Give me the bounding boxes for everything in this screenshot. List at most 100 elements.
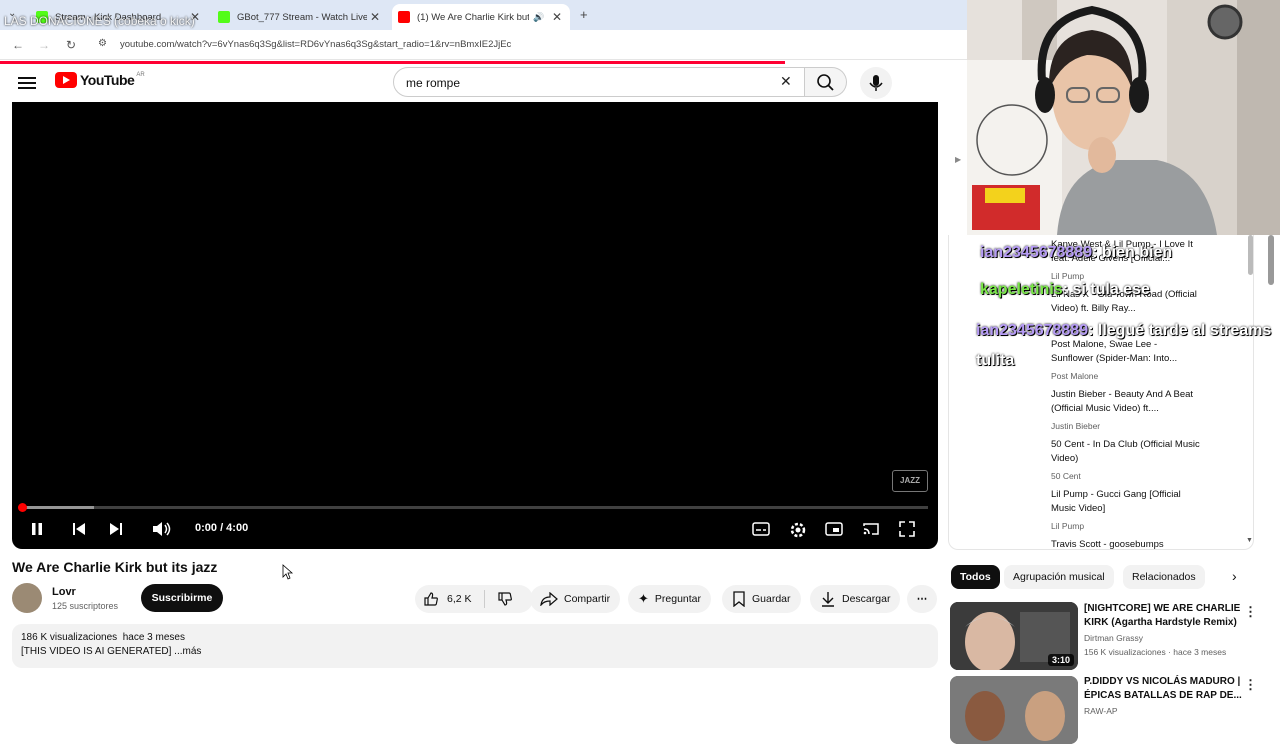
page-scrollbar[interactable] (1268, 235, 1274, 285)
youtube-favicon-icon (398, 11, 410, 23)
thumbnail-image (950, 676, 1078, 744)
queue-item-title[interactable]: 50 Cent - In Da Club (Official Music Vid… (1051, 438, 1201, 466)
recommendation-meta: 156 K visualizaciones · hace 3 meses (1084, 647, 1227, 657)
description-box[interactable]: 186 K visualizaciones hace 3 meses [THIS… (12, 624, 938, 668)
queue-scrollbar[interactable] (1248, 235, 1253, 275)
queue-item-title[interactable]: Travis Scott - goosebumps (1051, 538, 1201, 552)
recommendation-channel[interactable]: RAW-AP (1084, 706, 1118, 716)
logo-country-code: AR (136, 72, 145, 78)
youtube-play-icon (55, 72, 77, 88)
like-count: 6,2 K (447, 593, 472, 605)
subscribe-button[interactable]: Suscribirme (141, 584, 223, 612)
chip-music-group[interactable]: Agrupación musical (1004, 565, 1114, 589)
channel-avatar[interactable] (12, 583, 42, 613)
save-label: Guardar (752, 593, 791, 605)
bookmark-icon (733, 591, 745, 607)
search-button[interactable] (805, 67, 847, 97)
kick-favicon-icon (218, 11, 230, 23)
queue-item-title[interactable]: Justin Bieber - Beauty And A Beat (Offic… (1051, 388, 1201, 416)
cast-icon (863, 523, 879, 535)
thumbs-down-icon[interactable] (497, 591, 513, 607)
like-dislike-group: 6,2 K (415, 585, 533, 613)
channel-name[interactable]: Lovr (52, 586, 76, 598)
miniplayer-button[interactable] (825, 521, 843, 540)
subtitles-icon (752, 522, 770, 536)
url-field[interactable]: youtube.com/watch?v=6vYnas6q3Sg&list=RD6… (120, 39, 511, 50)
views-and-date: 186 K visualizaciones hace 3 meses (21, 632, 185, 643)
miniplayer-icon (825, 522, 843, 536)
more-actions-button[interactable]: ⋯ (907, 585, 937, 613)
queue-item-title[interactable]: Lil Pump - Gucci Gang [Official Music Vi… (1051, 488, 1201, 516)
address-bar: ← → ↻ ⚙ youtube.com/watch?v=6vYnas6q3Sg&… (0, 30, 968, 60)
recommendation-thumbnail[interactable]: 3:10 (950, 602, 1078, 670)
search-input[interactable]: me rompe (393, 67, 805, 97)
site-info-icon[interactable]: ⚙ (98, 38, 107, 49)
more-options-icon[interactable]: ⋮ (1244, 604, 1257, 620)
tab-title: GBot_777 Stream - Watch Live o (237, 11, 367, 23)
youtube-logo[interactable]: YouTube AR (55, 72, 145, 88)
chat-username: ian2345678889 (976, 322, 1089, 339)
recommendation-title[interactable]: P.DIDDY VS NICOLÁS MADURO | ÉPICAS BATAL… (1084, 675, 1244, 703)
like-button[interactable]: 6,2 K (423, 591, 472, 607)
subtitles-button[interactable] (752, 521, 770, 540)
seek-bar[interactable] (22, 506, 928, 509)
webcam-overlay (967, 0, 1280, 235)
queue-item-channel: Lil Pump (1051, 271, 1085, 281)
chips-next-icon[interactable]: › (1232, 568, 1237, 584)
more-options-icon[interactable]: ⋮ (1244, 677, 1257, 693)
logo-text: YouTube (80, 72, 135, 88)
tab-title: (1) We Are Charlie Kirk but (417, 11, 529, 23)
voice-search-button[interactable] (860, 67, 892, 99)
download-icon (822, 592, 834, 607)
streamer-webcam-image (967, 0, 1280, 235)
next-button[interactable] (108, 521, 124, 540)
save-button[interactable]: Guardar (722, 585, 801, 613)
close-tab-icon[interactable]: ✕ (368, 10, 382, 24)
recommendation-thumbnail[interactable] (950, 676, 1078, 744)
sparkle-icon: ✦ (638, 591, 649, 606)
download-button[interactable]: Descargar (810, 585, 901, 613)
buffered-bar (22, 506, 95, 509)
mouse-cursor-icon (282, 564, 294, 580)
microphone-icon (869, 75, 883, 91)
video-player[interactable]: JAZZ 0:00 / 4:00 (12, 102, 938, 549)
close-tab-icon[interactable]: ✕ (550, 10, 564, 24)
share-button[interactable]: Compartir (530, 585, 621, 613)
reload-icon[interactable]: ↻ (66, 38, 76, 52)
scroll-down-icon[interactable]: ▼ (1246, 537, 1253, 544)
video-title: We Are Charlie Kirk but its jazz (12, 559, 218, 575)
chip-all[interactable]: Todos (951, 565, 1000, 589)
new-tab-button[interactable]: + (580, 7, 588, 22)
chat-text: : si tula ese (1062, 281, 1150, 298)
chat-username: ian2345678889 (980, 244, 1093, 261)
collapse-arrow-icon[interactable]: ▶ (955, 155, 961, 164)
clear-search-icon[interactable]: ✕ (780, 73, 792, 90)
volume-button[interactable] (152, 521, 172, 540)
recommendation-title[interactable]: [NIGHTCORE] WE ARE CHARLIE KIRK (Agartha… (1084, 602, 1244, 630)
next-icon (110, 523, 122, 535)
fullscreen-button[interactable] (899, 521, 915, 540)
cast-button[interactable] (862, 521, 880, 540)
time-display: 0:00 / 4:00 (195, 522, 249, 534)
chat-message: kapeletinis: si tula ese (980, 281, 1150, 299)
chip-related[interactable]: Relacionados (1123, 565, 1205, 589)
seek-handle[interactable] (18, 503, 27, 512)
ask-label: Preguntar (654, 593, 702, 605)
back-icon[interactable]: ← (12, 38, 24, 52)
forward-icon[interactable]: → (38, 38, 50, 52)
chat-text: : bien bien (1092, 244, 1173, 261)
share-label: Compartir (564, 593, 611, 605)
recommendation-channel[interactable]: Dirtman Grassy (1084, 633, 1143, 643)
previous-button[interactable] (71, 521, 87, 540)
chat-message: ian2345678889: llegué tarde al streams t… (976, 316, 1276, 376)
ask-button[interactable]: ✦ Preguntar (628, 585, 712, 613)
queue-item-channel: 50 Cent (1051, 471, 1081, 481)
tab-youtube-active[interactable]: (1) We Are Charlie Kirk but 🔊 ✕ (392, 4, 570, 30)
tab-gbot-stream[interactable]: GBot_777 Stream - Watch Live o ✕ (212, 4, 388, 30)
pause-button[interactable] (30, 521, 44, 540)
audio-playing-icon[interactable]: 🔊 (533, 12, 544, 23)
settings-button[interactable] (789, 521, 807, 542)
youtube-header: YouTube AR me rompe ✕ (0, 64, 968, 102)
queue-item-channel: Lil Pump (1051, 521, 1085, 531)
menu-icon[interactable] (18, 77, 36, 89)
